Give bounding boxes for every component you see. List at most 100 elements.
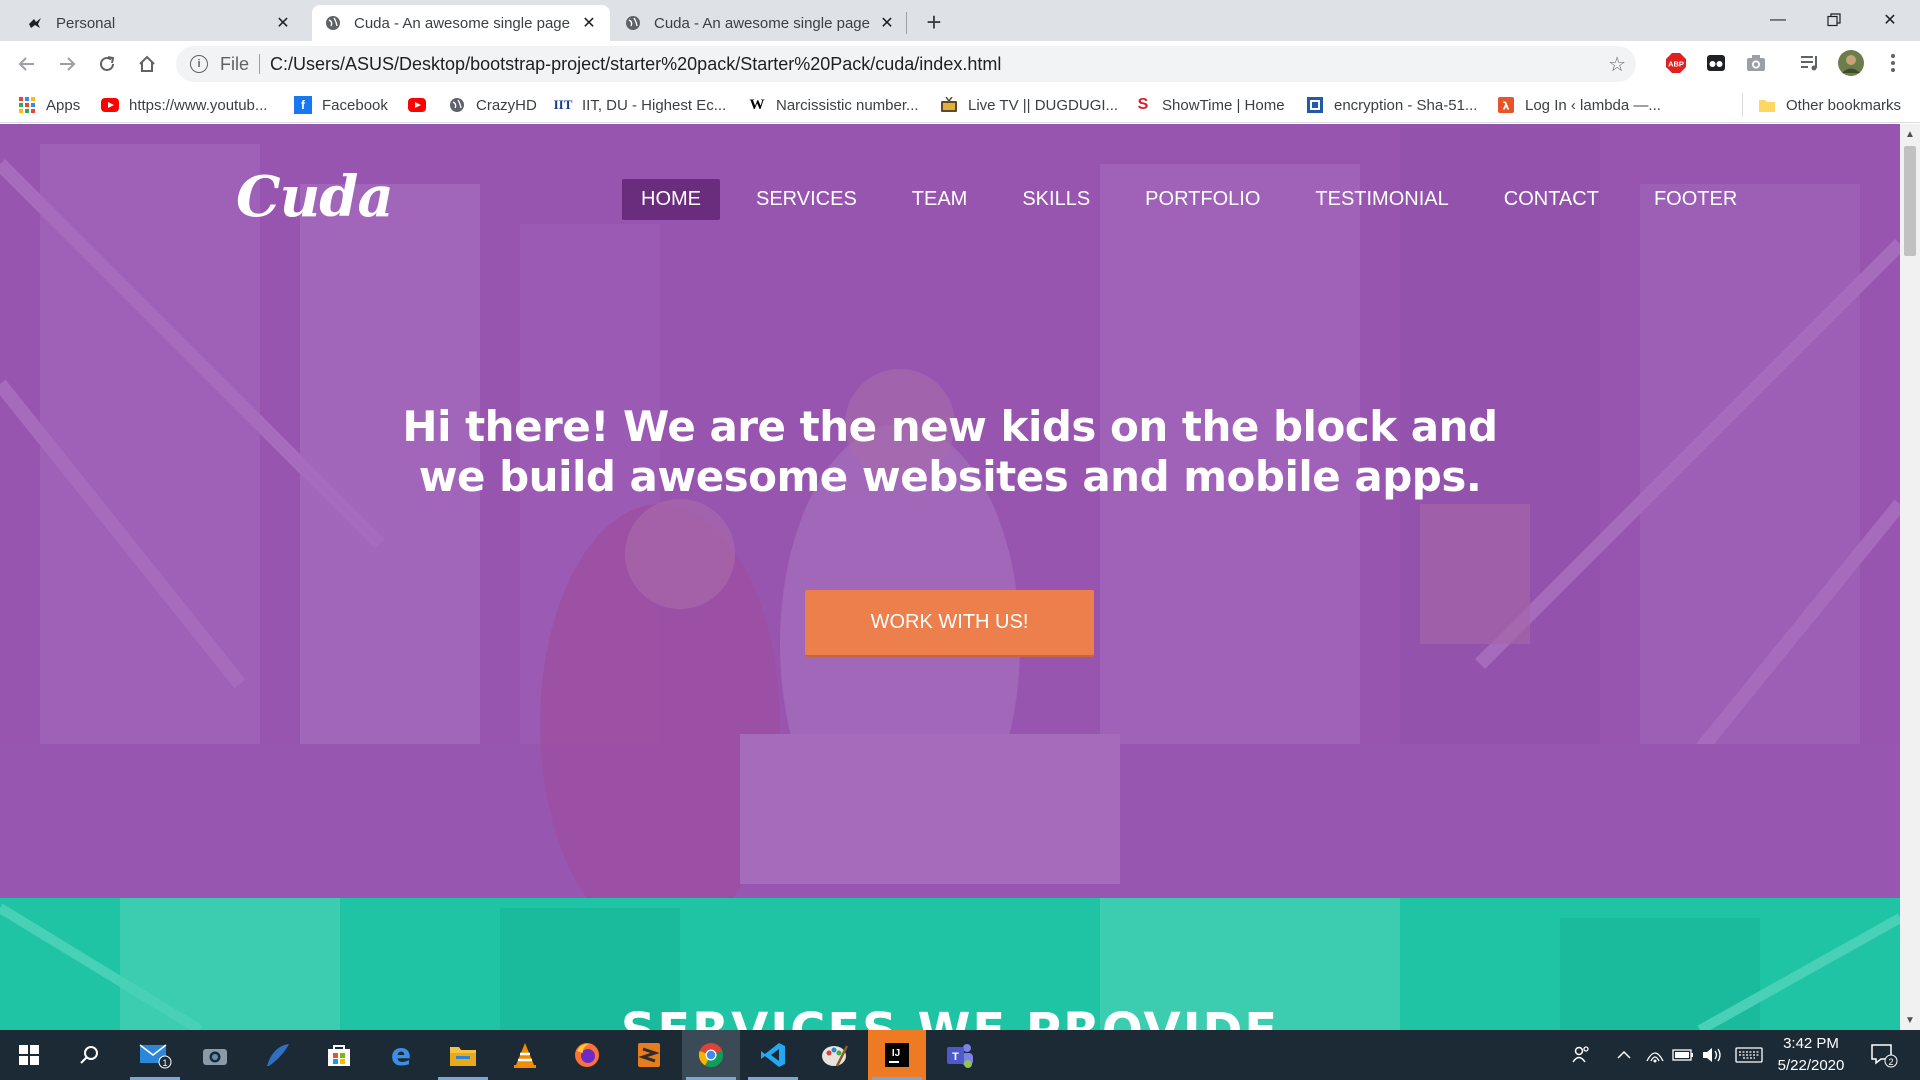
notification-center-icon[interactable]: 2	[1864, 1030, 1904, 1080]
nav-services[interactable]: SERVICES	[737, 179, 876, 220]
new-tab-button[interactable]: +	[920, 8, 948, 36]
camera-icon[interactable]	[186, 1030, 244, 1080]
edge-icon[interactable]: e	[372, 1030, 430, 1080]
search-icon[interactable]	[60, 1030, 118, 1080]
page-scrollbar[interactable]: ▲ ▼	[1900, 124, 1920, 1030]
home-button[interactable]	[132, 49, 162, 79]
forward-button[interactable]	[52, 49, 82, 79]
address-divider	[259, 54, 261, 74]
bookmark-star-icon[interactable]: ☆	[1608, 52, 1626, 77]
battery-icon[interactable]	[1670, 1030, 1696, 1080]
chrome-icon[interactable]	[682, 1030, 740, 1080]
work-with-us-button[interactable]: WORK WITH US!	[805, 590, 1094, 655]
bookmark-encryption[interactable]: encryption - Sha-51...	[1306, 95, 1477, 115]
volume-icon[interactable]	[1698, 1030, 1726, 1080]
nav-home[interactable]: HOME	[622, 179, 720, 220]
bookmark-label: Apps	[46, 96, 81, 114]
bookmark-live-tv[interactable]: Live TV || DUGDUGI...	[940, 95, 1118, 115]
bookmark-showtime[interactable]: S ShowTime | Home	[1134, 95, 1285, 115]
hero-headline: Hi there! We are the new kids on the blo…	[300, 402, 1600, 502]
bookmark-label: CrazyHD	[476, 96, 537, 114]
bookmark-label: IIT, DU - Highest Ec...	[582, 96, 727, 114]
bookmark-label: Other bookmarks	[1786, 96, 1902, 114]
vlc-icon[interactable]	[496, 1030, 554, 1080]
svg-text:λ: λ	[1503, 100, 1510, 113]
tab-personal[interactable]: Personal ✕	[14, 5, 304, 41]
bookmark-wikipedia[interactable]: W Narcissistic number...	[748, 95, 919, 115]
svg-text:T: T	[952, 1051, 959, 1063]
bookmarks-divider	[1742, 93, 1743, 117]
globe-icon	[448, 96, 466, 114]
purple-overlay	[0, 124, 1900, 898]
scroll-up-icon[interactable]: ▲	[1904, 128, 1916, 140]
minimize-button[interactable]: —	[1750, 0, 1806, 40]
glasses-extension-icon[interactable]	[1703, 50, 1729, 76]
home-icon	[139, 55, 155, 72]
services-section: SERVICES WE PROVIDE	[0, 898, 1900, 1030]
bookmark-iit[interactable]: IIT IIT, DU - Highest Ec...	[554, 95, 727, 115]
keyboard-icon[interactable]	[1732, 1030, 1766, 1080]
bookmark-facebook[interactable]: f Facebook	[294, 95, 388, 115]
vscode-icon[interactable]	[744, 1030, 802, 1080]
bookmark-label: encryption - Sha-51...	[1334, 96, 1478, 114]
windows-taskbar: 1 e IJ T 3:42 PM 5/22/2020 2	[0, 1030, 1920, 1080]
menu-kebab-icon[interactable]	[1880, 50, 1906, 76]
tab-cuda-active[interactable]: Cuda - An awesome single page ✕	[312, 5, 610, 41]
arrow-left-icon	[18, 57, 34, 71]
store-icon[interactable]	[310, 1030, 368, 1080]
bookmark-crazyhd[interactable]: CrazyHD	[448, 95, 537, 115]
close-icon[interactable]: ✕	[878, 14, 896, 32]
nav-footer[interactable]: FOOTER	[1635, 179, 1756, 220]
paint-icon[interactable]	[806, 1030, 864, 1080]
sublime-icon[interactable]	[620, 1030, 678, 1080]
tab-cuda[interactable]: Cuda - An awesome single page ✕	[612, 5, 908, 41]
bookmark-label: https://www.youtub...	[129, 96, 268, 114]
wifi-icon[interactable]	[1642, 1030, 1668, 1080]
scroll-down-icon[interactable]: ▼	[1904, 1014, 1916, 1026]
globe-icon	[624, 14, 642, 32]
start-icon[interactable]	[0, 1030, 58, 1080]
sharepoint-icon[interactable]	[248, 1030, 306, 1080]
hero-headline-line1: Hi there! We are the new kids on the blo…	[402, 402, 1498, 451]
nav-skills[interactable]: SKILLS	[1003, 179, 1109, 220]
bookmark-apps[interactable]: Apps	[18, 95, 80, 115]
browser-toolbar: i File C:/Users/ASUS/Desktop/bootstrap-p…	[0, 41, 1920, 87]
bookmark-lambda[interactable]: λ Log In ‹ lambda —...	[1497, 95, 1661, 115]
bookmark-youtube-2[interactable]	[408, 95, 436, 115]
close-window-button[interactable]: ✕	[1862, 0, 1918, 40]
teams-icon[interactable]: T	[930, 1030, 988, 1080]
bookmark-youtube[interactable]: https://www.youtub...	[101, 95, 267, 115]
address-bar[interactable]: i File C:/Users/ASUS/Desktop/bootstrap-p…	[176, 46, 1636, 82]
firefox-icon[interactable]	[558, 1030, 616, 1080]
media-playlist-icon[interactable]	[1797, 50, 1823, 76]
nav-portfolio[interactable]: PORTFOLIO	[1126, 179, 1279, 220]
close-icon[interactable]: ✕	[580, 14, 598, 32]
bird-icon	[26, 14, 44, 32]
file-explorer-icon[interactable]	[434, 1030, 492, 1080]
site-logo[interactable]: Cuda	[236, 164, 394, 230]
chevron-up-icon[interactable]	[1612, 1030, 1636, 1080]
other-bookmarks[interactable]: Other bookmarks	[1758, 95, 1901, 115]
scheme-label: File	[220, 53, 250, 74]
back-button[interactable]	[12, 49, 42, 79]
main-nav: HOME SERVICES TEAM SKILLS PORTFOLIO TEST…	[622, 179, 1773, 220]
people-icon[interactable]	[1566, 1030, 1596, 1080]
scroll-thumb[interactable]	[1904, 146, 1916, 256]
nav-testimonial[interactable]: TESTIMONIAL	[1296, 179, 1467, 220]
mail-icon[interactable]: 1	[126, 1030, 184, 1080]
nav-team[interactable]: TEAM	[893, 179, 987, 220]
hero-headline-line2: we build awesome websites and mobile app…	[418, 452, 1482, 501]
system-clock[interactable]: 3:42 PM 5/22/2020	[1770, 1033, 1852, 1077]
profile-avatar[interactable]	[1838, 50, 1864, 76]
clock-date: 5/22/2020	[1777, 1057, 1845, 1074]
intellij-icon[interactable]: IJ	[868, 1030, 926, 1080]
youtube-icon	[101, 96, 119, 114]
info-icon[interactable]: i	[190, 55, 208, 73]
nav-contact[interactable]: CONTACT	[1485, 179, 1618, 220]
adblock-icon[interactable]: ABP	[1663, 50, 1689, 76]
camera-extension-icon[interactable]	[1743, 50, 1769, 76]
close-icon[interactable]: ✕	[274, 14, 292, 32]
reload-button[interactable]	[92, 49, 122, 79]
url-text[interactable]: C:/Users/ASUS/Desktop/bootstrap-project/…	[270, 54, 1001, 75]
restore-button[interactable]	[1806, 0, 1862, 40]
